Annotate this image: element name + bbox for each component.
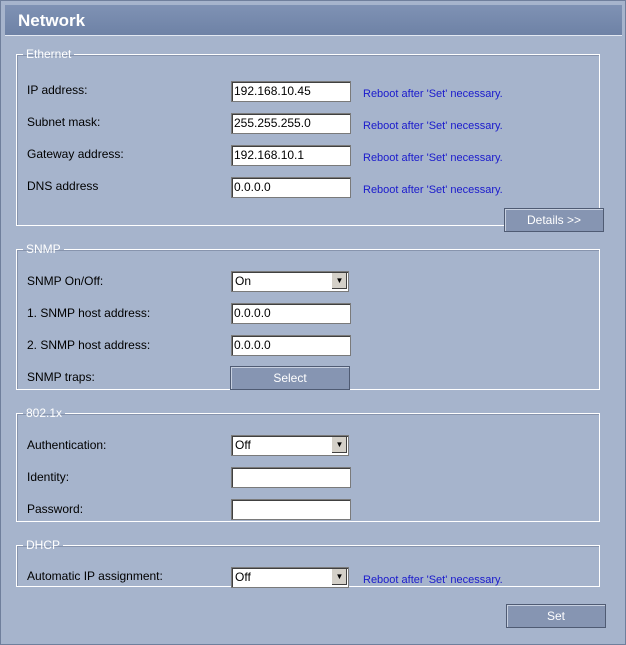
authentication-label: Authentication: <box>27 438 107 452</box>
network-settings-window: Network Ethernet IP address: 192.168.10.… <box>0 0 626 645</box>
snmp-host2-input[interactable]: 0.0.0.0 <box>231 335 351 356</box>
snmp-host2-label: 2. SNMP host address: <box>27 338 151 352</box>
snmp-host1-label: 1. SNMP host address: <box>27 306 151 320</box>
dns-address-label: DNS address <box>27 179 99 193</box>
dns-reboot-note: Reboot after 'Set' necessary. <box>363 184 503 196</box>
auto-ip-label: Automatic IP assignment: <box>27 569 163 583</box>
ip-address-input[interactable]: 192.168.10.45 <box>231 81 351 102</box>
subnet-mask-input[interactable]: 255.255.255.0 <box>231 113 351 134</box>
auto-ip-value: Off <box>235 570 251 584</box>
ip-address-label: IP address: <box>27 83 88 97</box>
snmp-onoff-label: SNMP On/Off: <box>27 274 104 288</box>
snmp-legend: SNMP <box>26 242 61 256</box>
ethernet-legend: Ethernet <box>26 47 72 61</box>
chevron-down-icon[interactable]: ▼ <box>331 569 347 585</box>
identity-input[interactable] <box>231 467 351 488</box>
password-label: Password: <box>27 502 84 516</box>
chevron-down-icon[interactable]: ▼ <box>331 273 347 289</box>
gateway-reboot-note: Reboot after 'Set' necessary. <box>363 152 503 164</box>
dhcp-group: DHCP Automatic IP assignment: Off ▼ Rebo… <box>16 538 600 588</box>
dot1x-legend: 802.1x <box>26 406 63 420</box>
snmp-traps-select-button[interactable]: Select <box>230 366 350 390</box>
snmp-traps-label: SNMP traps: <box>27 370 95 384</box>
ethernet-group: Ethernet IP address: 192.168.10.45 Reboo… <box>16 47 604 232</box>
authentication-select[interactable]: Off ▼ <box>231 435 349 456</box>
snmp-onoff-select[interactable]: On ▼ <box>231 271 349 292</box>
snmp-onoff-value: On <box>235 274 252 288</box>
chevron-down-icon[interactable]: ▼ <box>331 437 347 453</box>
page-title: Network <box>18 11 86 30</box>
snmp-group: SNMP SNMP On/Off: On ▼ 1. SNMP host addr… <box>16 242 600 390</box>
gateway-address-label: Gateway address: <box>27 147 124 161</box>
password-input[interactable] <box>231 499 351 520</box>
subnet-reboot-note: Reboot after 'Set' necessary. <box>363 120 503 132</box>
subnet-mask-label: Subnet mask: <box>27 115 101 129</box>
gateway-address-input[interactable]: 192.168.10.1 <box>231 145 351 166</box>
auto-ip-select[interactable]: Off ▼ <box>231 567 349 588</box>
snmp-host1-input[interactable]: 0.0.0.0 <box>231 303 351 324</box>
dns-address-input[interactable]: 0.0.0.0 <box>231 177 351 198</box>
details-button[interactable]: Details >> <box>504 208 604 232</box>
dhcp-reboot-note: Reboot after 'Set' necessary. <box>363 574 503 586</box>
set-button[interactable]: Set <box>506 604 606 628</box>
title-bar: Network <box>5 5 622 36</box>
authentication-value: Off <box>235 438 251 452</box>
identity-label: Identity: <box>27 470 70 484</box>
dot1x-group: 802.1x Authentication: Off ▼ Identity: P… <box>16 406 600 522</box>
dhcp-legend: DHCP <box>26 538 61 552</box>
ip-reboot-note: Reboot after 'Set' necessary. <box>363 88 503 100</box>
